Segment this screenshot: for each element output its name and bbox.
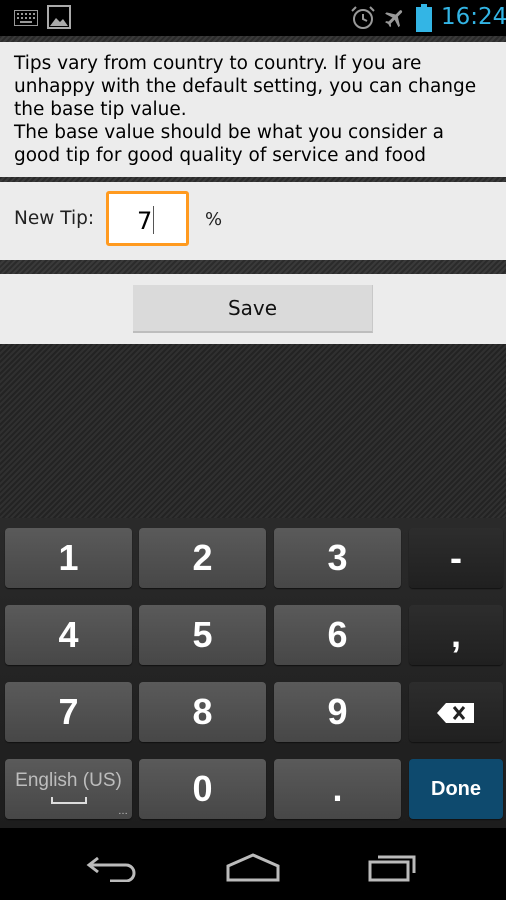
key-2[interactable]: 2: [139, 528, 266, 588]
new-tip-label: New Tip:: [14, 208, 95, 229]
info-panel: Tips vary from country to country. If yo…: [0, 42, 506, 177]
spacebar-icon: [51, 797, 87, 804]
key-8[interactable]: 8: [139, 682, 266, 742]
save-button[interactable]: Save: [133, 285, 373, 333]
status-bar: 16:24: [0, 0, 506, 36]
done-button[interactable]: Done: [409, 759, 503, 819]
key-5[interactable]: 5: [139, 605, 266, 665]
more-icon: …: [118, 806, 128, 817]
key-period[interactable]: .: [274, 759, 401, 819]
key-0[interactable]: 0: [139, 759, 266, 819]
key-9[interactable]: 9: [274, 682, 401, 742]
home-icon[interactable]: [226, 852, 280, 882]
back-icon[interactable]: [86, 852, 138, 882]
navigation-bar: [0, 828, 506, 900]
percent-unit: %: [205, 209, 223, 230]
tip-input[interactable]: 7: [106, 191, 189, 246]
numeric-keyboard: 1 2 3 - 4 5 6 , 7 8 9 English (US) … 0 .…: [0, 518, 506, 828]
battery-icon: [416, 4, 432, 32]
text-cursor: [153, 206, 155, 234]
alarm-clock-icon: [351, 6, 375, 29]
recent-apps-icon[interactable]: [368, 852, 420, 882]
save-row: Save: [0, 274, 506, 344]
clock: 16:24: [441, 4, 506, 30]
keyboard-icon: [14, 10, 38, 26]
new-tip-row: New Tip: 7 %: [0, 182, 506, 260]
key-backspace[interactable]: [409, 682, 503, 742]
info-text-2: The base value should be what you consid…: [14, 122, 444, 166]
key-7[interactable]: 7: [5, 682, 132, 742]
airplane-mode-icon: [385, 10, 403, 28]
image-icon: [47, 5, 71, 29]
key-6[interactable]: 6: [274, 605, 401, 665]
tip-value: 7: [137, 207, 153, 235]
background-area: [0, 344, 506, 518]
key-comma[interactable]: ,: [409, 605, 503, 665]
language-key[interactable]: English (US) …: [5, 759, 132, 819]
key-minus[interactable]: -: [409, 528, 503, 588]
key-4[interactable]: 4: [5, 605, 132, 665]
backspace-icon: [437, 703, 474, 723]
info-text-1: Tips vary from country to country. If yo…: [14, 53, 477, 120]
key-1[interactable]: 1: [5, 528, 132, 588]
key-3[interactable]: 3: [274, 528, 401, 588]
language-label: English (US): [15, 770, 122, 791]
divider: [0, 260, 506, 274]
